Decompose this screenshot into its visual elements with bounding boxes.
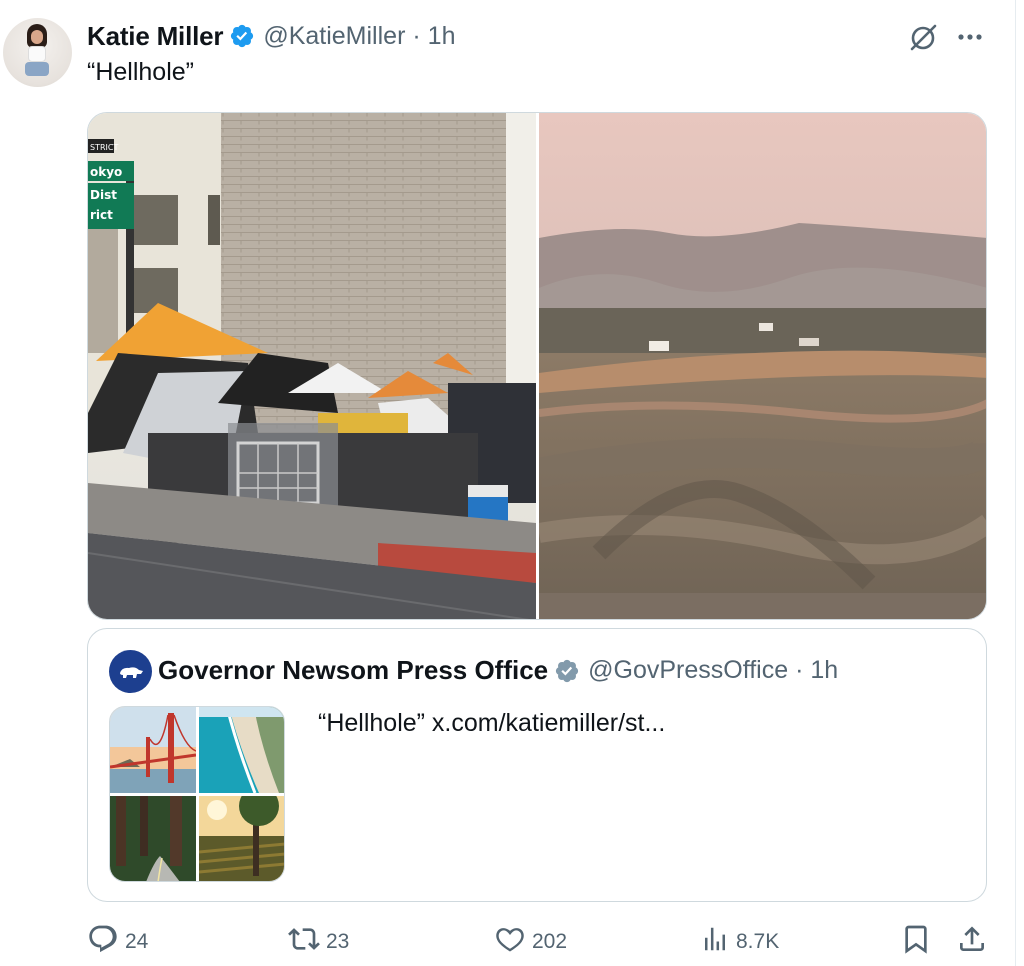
- like-button[interactable]: 202: [494, 926, 567, 958]
- coastline-beach-thumb[interactable]: [199, 707, 284, 793]
- quote-media-grid[interactable]: [109, 706, 285, 882]
- repost-icon: [288, 923, 326, 961]
- share-icon: [956, 923, 994, 961]
- quote-author-avatar[interactable]: [109, 650, 152, 693]
- burned-hillside-photo[interactable]: [539, 113, 986, 619]
- quote-text: “Hellhole” x.com/katiemiller/st...: [318, 709, 666, 737]
- street-sign-line4: rict: [90, 208, 113, 222]
- quote-verified-badge-icon[interactable]: [554, 658, 580, 684]
- tweet-action-bar: 24 23 202 8.7K: [0, 918, 1015, 966]
- author-handle[interactable]: @KatieMiller: [263, 22, 405, 51]
- timeline-divider: [1015, 0, 1016, 966]
- quoted-tweet[interactable]: Governor Newsom Press Office @GovPressOf…: [87, 628, 987, 902]
- reply-button[interactable]: 24: [87, 923, 149, 961]
- repost-button[interactable]: 23: [288, 926, 349, 958]
- author-name[interactable]: Katie Miller: [87, 21, 224, 52]
- like-count: 202: [532, 930, 568, 953]
- encampment-photo[interactable]: STRICT okyo Dist rict: [88, 113, 536, 619]
- quote-author-name[interactable]: Governor Newsom Press Office: [158, 655, 548, 686]
- tweet-header: Katie Miller @KatieMiller · 1h: [87, 20, 455, 52]
- street-sign-line3: Dist: [90, 188, 117, 202]
- street-sign-line2: okyo: [90, 165, 122, 179]
- views-button[interactable]: 8.7K: [700, 926, 779, 958]
- quote-header: Governor Newsom Press Office @GovPressOf…: [158, 655, 838, 686]
- sunset-vineyard-thumb[interactable]: [199, 796, 284, 881]
- bookmark-button[interactable]: [900, 923, 938, 961]
- quote-time[interactable]: · 1h: [795, 656, 838, 685]
- quote-author-handle[interactable]: @GovPressOffice: [588, 656, 788, 685]
- repost-count: 23: [326, 930, 350, 953]
- views-count: 8.7K: [736, 930, 780, 953]
- bookmark-icon: [900, 923, 938, 961]
- views-icon: [700, 924, 736, 960]
- golden-gate-bridge-thumb[interactable]: [110, 707, 196, 793]
- tweet-text: “Hellhole”: [87, 58, 194, 86]
- verified-badge-icon[interactable]: [229, 23, 255, 49]
- more-options-icon[interactable]: [955, 24, 987, 50]
- share-button[interactable]: [956, 926, 994, 958]
- street-sign-line1: STRICT: [90, 143, 118, 152]
- tweet-media: STRICT okyo Dist rict: [87, 112, 987, 620]
- author-avatar[interactable]: [3, 18, 72, 87]
- heart-icon: [494, 923, 532, 961]
- reply-icon: [87, 923, 125, 961]
- grok-icon[interactable]: [905, 20, 941, 56]
- tweet-time[interactable]: · 1h: [412, 22, 455, 51]
- reply-count: 24: [125, 930, 149, 953]
- redwood-road-thumb[interactable]: [110, 796, 196, 881]
